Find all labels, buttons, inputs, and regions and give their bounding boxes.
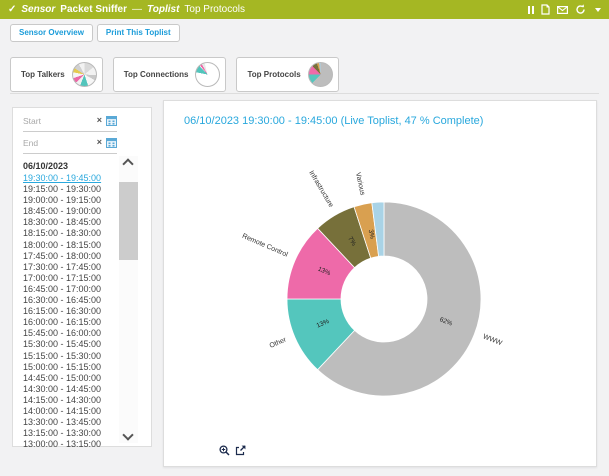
start-date-row: × — [23, 110, 117, 132]
tab-top-protocols[interactable]: Top Protocols — [236, 57, 338, 92]
slice-label: Infrastructure — [307, 170, 334, 209]
end-date-input[interactable] — [23, 138, 93, 148]
email-icon[interactable] — [557, 6, 568, 14]
scroll-up-icon[interactable] — [122, 158, 133, 169]
report-icon[interactable] — [541, 4, 550, 15]
print-toplist-button[interactable]: Print This Toplist — [97, 24, 180, 42]
pause-icon[interactable] — [528, 6, 534, 14]
section-type-label: Toplist — [147, 4, 179, 15]
object-type-label: Sensor — [21, 4, 55, 15]
slice-label: Remote Control — [241, 233, 289, 259]
sensor-overview-button[interactable]: Sensor Overview — [10, 24, 93, 42]
tab-label: Top Protocols — [247, 70, 300, 79]
page-title: Top Protocols — [184, 4, 245, 15]
tab-label: Top Talkers — [21, 70, 65, 79]
pie-chart-icon — [308, 62, 333, 87]
tab-label: Top Connections — [124, 70, 189, 79]
status-ok-icon: ✓ — [8, 4, 16, 15]
scrollbar-thumb[interactable] — [119, 182, 138, 260]
toolbar: Sensor Overview Print This Toplist — [10, 24, 180, 42]
scroll-down-icon[interactable] — [122, 429, 133, 440]
clear-end-icon[interactable]: × — [97, 138, 102, 147]
chevron-down-icon[interactable] — [595, 8, 601, 12]
chart-tools — [219, 445, 246, 456]
interval-filter-panel: × × 06/10/2023 19:30:00 - 19:45:0019:15:… — [12, 107, 152, 447]
slice-label: Other — [269, 336, 288, 350]
refresh-icon[interactable] — [575, 4, 586, 15]
sensor-name: Packet Sniffer — [60, 4, 127, 15]
clear-start-icon[interactable]: × — [97, 116, 102, 125]
breadcrumb-separator: — — [132, 4, 142, 15]
tab-top-connections[interactable]: Top Connections — [113, 57, 227, 92]
toplist-tabs: Top Talkers Top Connections Top Protocol… — [10, 57, 339, 92]
section-divider — [10, 93, 599, 94]
slice-label: Various — [354, 172, 366, 197]
calendar-icon[interactable] — [106, 115, 117, 126]
header-action-icons — [528, 4, 601, 15]
start-date-input[interactable] — [23, 116, 93, 126]
slice-label: WWW — [482, 333, 503, 347]
tab-top-talkers[interactable]: Top Talkers — [10, 57, 103, 92]
zoom-in-icon[interactable] — [219, 445, 230, 456]
toplist-chart-panel: 06/10/2023 19:30:00 - 19:45:00 (Live Top… — [163, 100, 597, 467]
interval-scrollbar[interactable] — [119, 156, 138, 443]
protocol-donut-chart: WWW62%Other13%Remote Control13%Infrastru… — [164, 101, 598, 468]
calendar-icon[interactable] — [106, 137, 117, 148]
pie-chart-icon — [72, 62, 97, 87]
end-date-row: × — [23, 132, 117, 154]
pie-chart-icon — [195, 62, 220, 87]
open-external-icon[interactable] — [235, 445, 246, 456]
sensor-header-bar: ✓ Sensor Packet Sniffer — Toplist Top Pr… — [0, 0, 609, 19]
prtg-toplist-page: { "header": { "status_check": "✓", "obje… — [0, 0, 609, 476]
